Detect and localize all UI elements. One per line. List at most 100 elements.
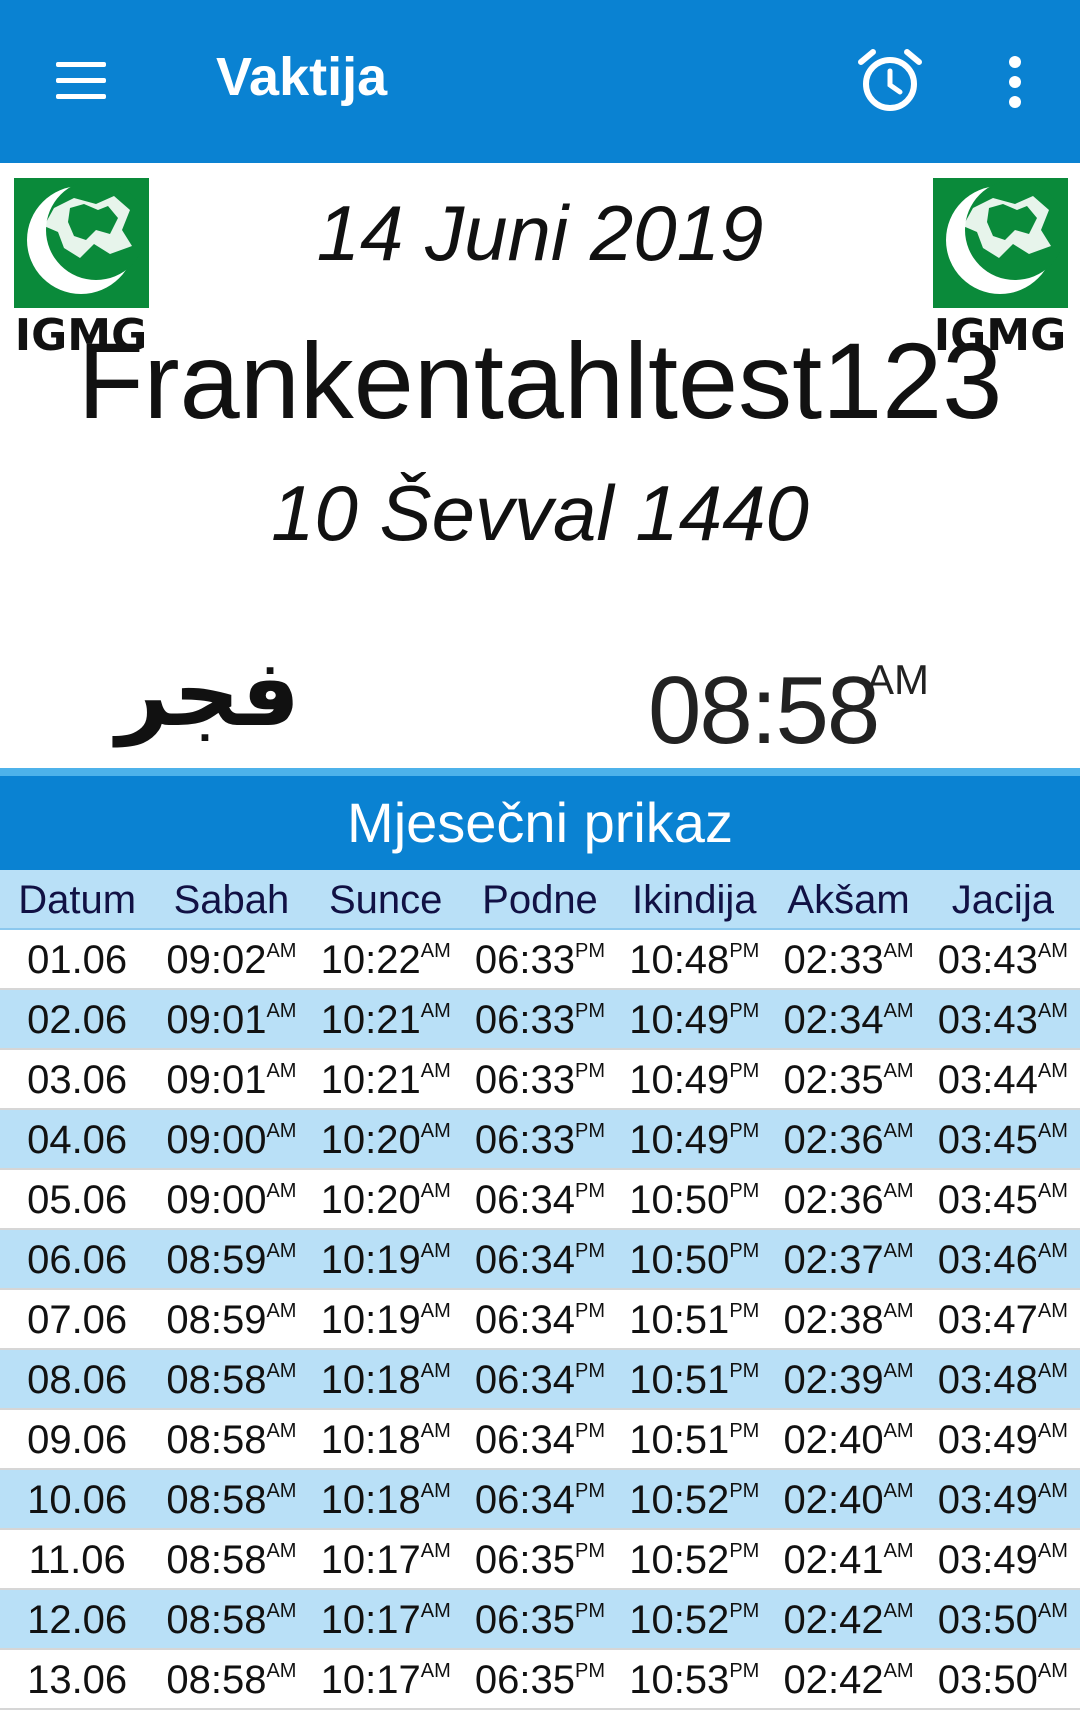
time-value: 10:19 (320, 1238, 421, 1282)
column-header-aksam: Akšam (787, 878, 910, 922)
date-cell: 03.06 (27, 1058, 128, 1102)
date-cell: 13.06 (27, 1658, 128, 1702)
time-ampm: AM (266, 1120, 297, 1142)
time-ampm: AM (420, 1000, 451, 1022)
time-value: 10:21 (320, 1058, 421, 1102)
gregorian-date: 14 Juni 2019 (316, 189, 764, 277)
time-cell: 06:35PM (463, 1530, 617, 1588)
time-value: 10:20 (320, 1178, 421, 1222)
time-value: 06:34 (474, 1358, 576, 1402)
time-value: 06:34 (474, 1478, 576, 1522)
menu-icon[interactable] (52, 58, 110, 102)
date-cell: 07.06 (27, 1298, 128, 1342)
time-value: 06:35 (474, 1598, 576, 1642)
monthly-table-body: 01.06 09:02AM 10:22AM 06:33PM 10:48PM 02:33AM… (0, 930, 1080, 1710)
date-cell: 04.06 (27, 1118, 128, 1162)
time-cell: 10:49PM (617, 1050, 771, 1108)
time-value: 02:42 (783, 1658, 884, 1702)
time-value: 10:50 (629, 1178, 730, 1222)
time-cell: 06:34PM (463, 1350, 617, 1408)
time-value: 03:48 (937, 1358, 1038, 1402)
time-value: 10:52 (629, 1538, 730, 1582)
time-cell: 10:18AM (309, 1350, 463, 1408)
date-cell: 11.06 (28, 1538, 126, 1582)
time-value: 10:52 (629, 1478, 730, 1522)
app-title: Vaktija (216, 47, 388, 107)
time-ampm: PM (729, 1300, 760, 1322)
more-vert-icon[interactable] (995, 52, 1035, 112)
time-ampm: PM (575, 1420, 606, 1442)
time-cell: 06:34PM (463, 1170, 617, 1228)
time-ampm: PM (575, 1120, 606, 1142)
time-cell: 09:00AM (154, 1110, 308, 1168)
time-ampm: AM (420, 1300, 451, 1322)
time-ampm: AM (1037, 1120, 1068, 1142)
table-header: Datum Sabah Sunce Podne Ikindija Akšam J… (0, 870, 1080, 930)
time-value: 03:50 (937, 1658, 1038, 1702)
time-value: 06:33 (474, 938, 576, 982)
table-row: 12.06 08:58AM 10:17AM 06:35PM 10:52PM 02:42AM… (0, 1590, 1080, 1650)
time-cell: 10:17AM (309, 1530, 463, 1588)
time-cell: 02:40AM (771, 1470, 925, 1528)
time-cell: 09:01AM (154, 1050, 308, 1108)
time-ampm: PM (575, 1660, 606, 1682)
time-cell: 10:22AM (309, 930, 463, 988)
next-prayer-time: 08:58 (648, 657, 880, 764)
time-cell: 06:33PM (463, 990, 617, 1048)
alarm-clock-icon[interactable] (855, 46, 925, 116)
column-header-sunce: Sunce (328, 878, 443, 922)
time-value: 02:42 (783, 1598, 884, 1642)
time-ampm: AM (266, 1600, 297, 1622)
time-ampm: PM (729, 1660, 760, 1682)
time-cell: 08:58AM (154, 1530, 308, 1588)
column-header-podne: Podne (482, 878, 598, 922)
table-row: 02.06 09:01AM 10:21AM 06:33PM 10:49PM 02:34AM… (0, 990, 1080, 1050)
time-ampm: AM (883, 1540, 914, 1562)
time-ampm: PM (575, 1480, 606, 1502)
time-cell: 06:34PM (463, 1290, 617, 1348)
time-cell: 02:36AM (771, 1110, 925, 1168)
time-cell: 06:33PM (463, 1050, 617, 1108)
time-value: 02:34 (783, 998, 884, 1042)
time-cell: 10:21AM (309, 990, 463, 1048)
time-cell: 08:58AM (154, 1650, 308, 1708)
time-ampm: PM (729, 1180, 760, 1202)
time-ampm: PM (729, 1000, 760, 1022)
time-value: 09:00 (166, 1178, 267, 1222)
time-cell: 06:34PM (463, 1410, 617, 1468)
time-cell: 06:34PM (463, 1470, 617, 1528)
time-ampm: AM (1037, 1360, 1068, 1382)
time-value: 03:44 (937, 1058, 1038, 1102)
time-value: 10:20 (320, 1118, 421, 1162)
time-value: 10:17 (320, 1598, 421, 1642)
time-cell: 10:50PM (617, 1170, 771, 1228)
time-ampm: AM (1037, 1660, 1068, 1682)
time-cell: 09:00AM (154, 1170, 308, 1228)
time-cell: 02:35AM (771, 1050, 925, 1108)
time-value: 10:18 (320, 1358, 421, 1402)
time-cell: 08:58AM (154, 1590, 308, 1648)
time-ampm: AM (1037, 1600, 1068, 1622)
time-cell: 03:45AM (926, 1110, 1080, 1168)
time-value: 09:00 (166, 1118, 267, 1162)
date-cell: 09.06 (27, 1418, 128, 1462)
time-cell: 10:51PM (617, 1410, 771, 1468)
time-ampm: AM (883, 1480, 914, 1502)
time-value: 10:48 (629, 938, 730, 982)
time-ampm: PM (575, 1600, 606, 1622)
city-name: Frankentahltest123 (77, 320, 1003, 441)
time-value: 06:33 (474, 1118, 576, 1162)
time-cell: 08:58AM (154, 1350, 308, 1408)
time-value: 02:38 (783, 1298, 884, 1342)
time-cell: 02:39AM (771, 1350, 925, 1408)
time-value: 02:36 (783, 1118, 884, 1162)
time-ampm: AM (1037, 1060, 1068, 1082)
time-ampm: AM (420, 1360, 451, 1382)
time-cell: 10:20AM (309, 1110, 463, 1168)
time-cell: 02:40AM (771, 1410, 925, 1468)
next-prayer-ampm: AM (866, 656, 929, 703)
time-cell: 08:59AM (154, 1230, 308, 1288)
time-ampm: PM (729, 1360, 760, 1382)
time-ampm: PM (729, 1240, 760, 1262)
time-cell: 10:52PM (617, 1470, 771, 1528)
